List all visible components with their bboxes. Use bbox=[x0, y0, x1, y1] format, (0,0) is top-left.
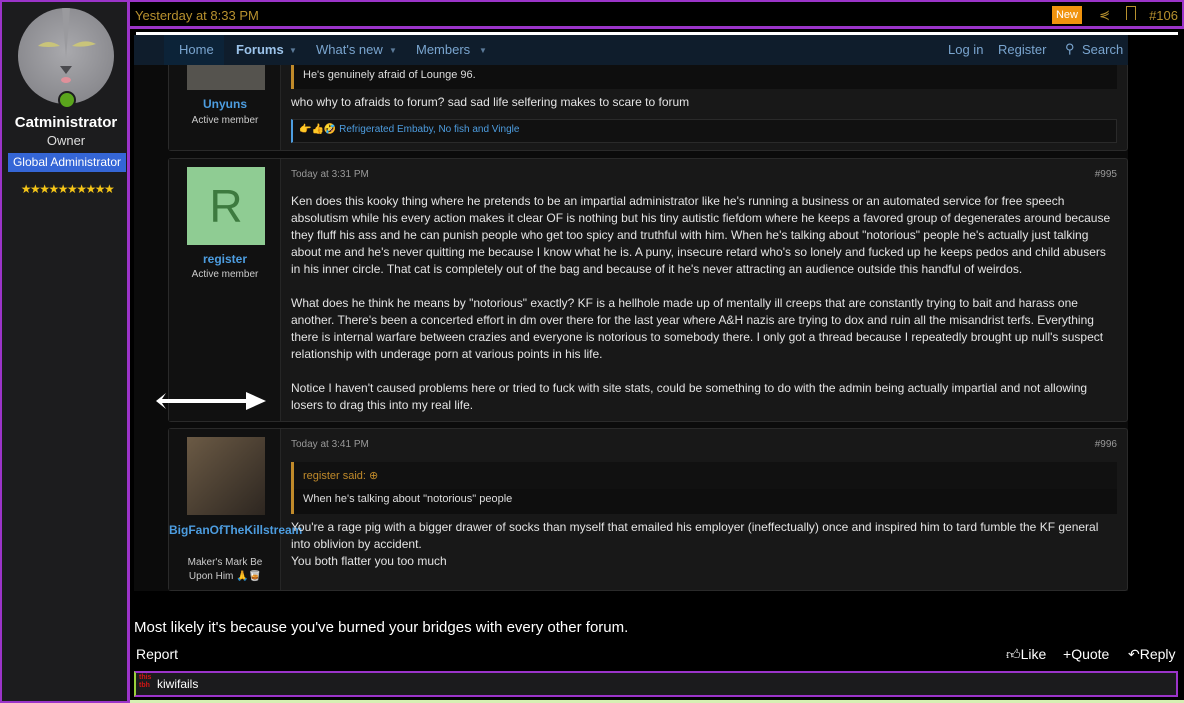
cat-avatar[interactable] bbox=[18, 8, 114, 104]
chevron-down-icon[interactable]: ▼ bbox=[479, 46, 487, 55]
new-badge: New bbox=[1051, 6, 1082, 24]
forum-post-bigfan: BigFanOfTheKillstream Maker's Mark Be Up… bbox=[168, 428, 1128, 591]
post-user-role: Active member bbox=[191, 269, 259, 280]
post-user-role: Maker's Mark Be Upon Him 🙏🥃 bbox=[187, 557, 263, 582]
post-user-role: Active member bbox=[191, 115, 259, 126]
author-banner: Global Administrator bbox=[8, 153, 126, 172]
chevron-down-icon[interactable]: ▼ bbox=[289, 46, 297, 55]
paragraph: What does he think he means by "notoriou… bbox=[291, 296, 1104, 361]
quote-author[interactable]: register said: ⊕ bbox=[294, 462, 1117, 489]
signature-text: kiwifails bbox=[157, 677, 199, 691]
arrow-up-circle-icon[interactable]: ⊕ bbox=[369, 470, 378, 482]
user-online-icon bbox=[58, 91, 76, 109]
user-avatar[interactable] bbox=[187, 437, 265, 515]
quote-block: He's genuinely afraid of Lounge 96. bbox=[291, 61, 1117, 89]
reaction-emojis: 👉👍🤣 bbox=[299, 124, 337, 135]
reaction-users[interactable]: Refrigerated Embaby, No fish and Vingle bbox=[339, 124, 519, 135]
signature: this tbh kiwifails bbox=[134, 671, 1178, 697]
reply-label: Reply bbox=[1139, 646, 1176, 662]
post-username[interactable]: Unyuns bbox=[169, 97, 281, 111]
user-avatar[interactable]: R bbox=[187, 167, 265, 245]
post-header: Yesterday at 8:33 PM New ⋞ #106 bbox=[130, 0, 1184, 29]
author-sidebar: Catministrator Owner Global Administrato… bbox=[0, 0, 130, 703]
reply-button[interactable]: ↶Reply bbox=[1128, 646, 1176, 663]
report-link[interactable]: Report bbox=[136, 646, 178, 662]
paragraph: Notice I haven't caused problems here or… bbox=[291, 381, 1088, 412]
post-username[interactable]: BigFanOfTheKillstream bbox=[169, 522, 302, 539]
embedded-screenshot: Home Forums ▼ What's new ▼ Members ▼ Log… bbox=[134, 35, 1128, 591]
quote-block: register said: ⊕ When he's talking about… bbox=[291, 462, 1117, 514]
post-number[interactable]: #996 bbox=[1095, 439, 1117, 450]
nav-whats-new[interactable]: What's new bbox=[316, 42, 383, 57]
quote-author-label[interactable]: register said: bbox=[303, 470, 366, 482]
reactions-bar[interactable]: 👉👍🤣 Refrigerated Embaby, No fish and Vin… bbox=[291, 119, 1117, 143]
nav-login[interactable]: Log in bbox=[948, 42, 983, 57]
author-title: Owner bbox=[46, 133, 86, 148]
post-body: You're a rage pig with a bigger drawer o… bbox=[291, 519, 1117, 570]
chevron-down-icon[interactable]: ▼ bbox=[389, 46, 397, 55]
quote-text: When he's talking about "notorious" peop… bbox=[303, 493, 513, 505]
reply-icon: ↶ bbox=[1128, 646, 1140, 662]
post-date[interactable]: Today at 3:31 PM bbox=[291, 169, 369, 180]
like-button[interactable]: 👍︎Like bbox=[1006, 646, 1046, 663]
post-body: Ken does this kooky thing where he prete… bbox=[291, 193, 1117, 414]
nav-forums[interactable]: Forums bbox=[236, 42, 284, 57]
like-label: Like bbox=[1020, 646, 1047, 662]
share-icon[interactable]: ⋞ bbox=[1099, 7, 1110, 23]
forum-nav: Home Forums ▼ What's new ▼ Members ▼ Log… bbox=[134, 35, 1128, 65]
author-name[interactable]: Catministrator bbox=[2, 114, 130, 131]
nav-search[interactable]: Search bbox=[1082, 42, 1123, 57]
bookmark-icon[interactable] bbox=[1126, 6, 1136, 20]
paragraph: Ken does this kooky thing where he prete… bbox=[291, 194, 1111, 276]
arrow-right-icon bbox=[156, 392, 266, 410]
this-tbh-logo: this tbh bbox=[139, 674, 152, 689]
post-body: who why to afraids to forum? sad sad lif… bbox=[291, 95, 690, 109]
nav-members[interactable]: Members bbox=[416, 42, 470, 57]
plus-icon: + bbox=[1063, 646, 1072, 662]
post-number[interactable]: #995 bbox=[1095, 169, 1117, 180]
line: You're a rage pig with a bigger drawer o… bbox=[291, 520, 1099, 551]
nav-register[interactable]: Register bbox=[998, 42, 1046, 57]
quote-button[interactable]: +Quote bbox=[1063, 646, 1109, 662]
post-number[interactable]: #106 bbox=[1149, 8, 1178, 23]
post-date[interactable]: Today at 3:41 PM bbox=[291, 439, 369, 450]
quote-label: Quote bbox=[1071, 646, 1110, 662]
post-date[interactable]: Yesterday at 8:33 PM bbox=[135, 8, 259, 23]
line: You both flatter you too much bbox=[291, 554, 447, 568]
search-icon[interactable]: ⚲ bbox=[1065, 41, 1075, 57]
post-username[interactable]: register bbox=[169, 252, 281, 266]
nav-home[interactable]: Home bbox=[179, 42, 214, 57]
post-body: Most likely it's because you've burned y… bbox=[134, 619, 629, 636]
forum-post-register: R register Active member Today at 3:31 P… bbox=[168, 158, 1128, 422]
thumbs-up-icon: 👍︎ bbox=[1006, 646, 1021, 662]
rating-stars: ★★★★★★★★★★ bbox=[20, 182, 115, 196]
